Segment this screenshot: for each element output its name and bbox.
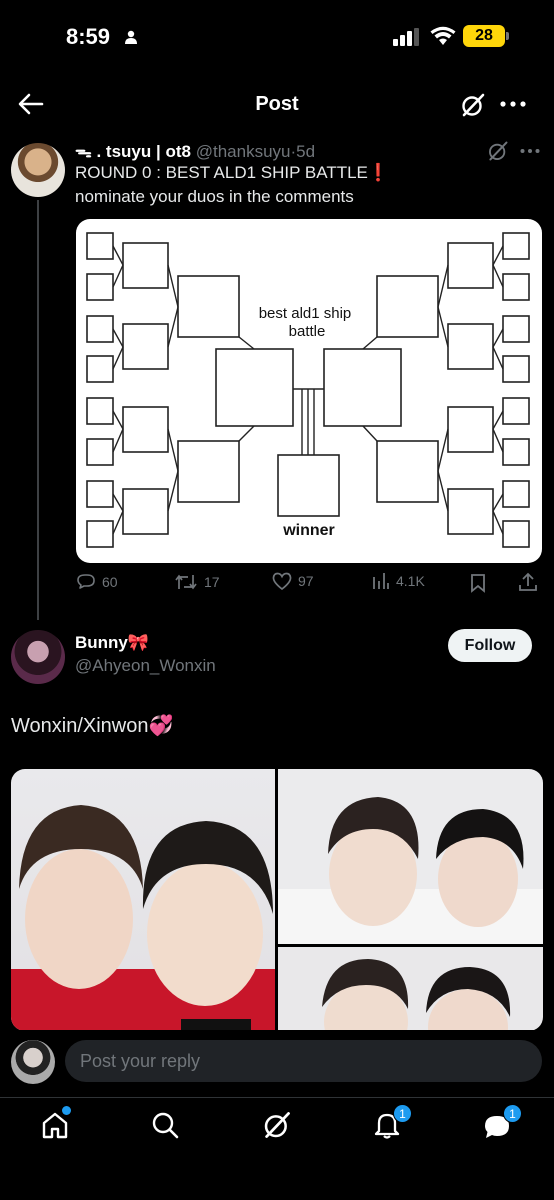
like-count: 97 <box>298 573 314 589</box>
cellular-signal-icon <box>393 28 419 46</box>
repost-icon <box>175 574 197 590</box>
exclamation-mark: ❗ <box>367 163 390 182</box>
messages-badge: 1 <box>503 1104 522 1123</box>
search-icon[interactable] <box>150 1110 180 1140</box>
home-unread-dot <box>62 1106 71 1115</box>
repost-count: 17 <box>204 574 220 590</box>
grok-explain-icon[interactable] <box>487 140 509 162</box>
bracket-diagram: best ald1 ship battle winner <box>86 232 530 548</box>
top-header: Post <box>0 80 554 130</box>
follow-button[interactable]: Follow <box>448 629 532 662</box>
tweet-text-line-1: ROUND 0 : BEST ALD1 SHIP BATTLE❗ <box>75 163 389 183</box>
tweet-text-line-2: nominate your duos in the comments <box>75 187 354 206</box>
reply-photo-2[interactable] <box>278 769 543 944</box>
tweet-time: 5d <box>296 142 316 161</box>
author-handle[interactable]: @thanksuyu <box>196 142 291 161</box>
thread-connector-line <box>37 200 39 620</box>
tweet-more-icon[interactable] <box>520 148 540 154</box>
reply-count: 60 <box>102 574 118 590</box>
battery-indicator: 28 <box>463 25 505 47</box>
current-user-avatar[interactable] <box>11 1040 55 1084</box>
author-avatar[interactable] <box>11 143 65 197</box>
bracket-title-line-1: best ald1 ship <box>259 305 352 322</box>
share-icon[interactable] <box>518 572 538 592</box>
battery-nub <box>506 32 509 40</box>
reply-icon <box>77 574 95 589</box>
notifications-badge: 1 <box>393 1104 412 1123</box>
repost-action[interactable]: 17 <box>174 572 220 592</box>
grok-icon[interactable] <box>460 92 486 118</box>
reply-photo-3[interactable] <box>278 947 543 1031</box>
reply-author-avatar[interactable] <box>11 630 65 684</box>
views-chart-icon <box>373 573 389 589</box>
like-action[interactable]: 97 <box>272 572 314 590</box>
bottom-navigation: 1 1 <box>0 1097 554 1200</box>
person-icon <box>125 30 137 44</box>
reply-input[interactable] <box>65 1040 542 1082</box>
wifi-icon <box>430 26 456 45</box>
bracket-image[interactable]: best ald1 ship battle winner <box>76 219 542 563</box>
tweet-text-main: ROUND 0 : BEST ALD1 SHIP BATTLE <box>75 163 368 182</box>
grok-nav-icon[interactable] <box>262 1110 292 1140</box>
heart-icon <box>272 572 292 590</box>
reply-author-name[interactable]: Bunny🎀 <box>75 633 149 653</box>
reply-photo-1[interactable] <box>11 769 275 1031</box>
tweet-header: ᯓ . tsuyu | ot8 @thanksuyu·5d <box>75 139 315 162</box>
bracket-title-line-2: battle <box>289 323 326 340</box>
views-action[interactable]: 4.1K <box>372 572 425 590</box>
status-bar: 8:59 28 <box>0 0 554 72</box>
view-count: 4.1K <box>396 573 425 589</box>
reply-action[interactable]: 60 <box>76 572 118 592</box>
bracket-winner-label: winner <box>282 522 335 539</box>
more-options-icon[interactable] <box>500 100 526 108</box>
status-time: 8:59 <box>66 24 111 49</box>
reply-photo-grid <box>11 769 543 1031</box>
reply-text: Wonxin/Xinwon💞 <box>11 715 174 737</box>
author-name[interactable]: ᯓ . tsuyu | ot8 <box>75 142 191 161</box>
bookmark-icon[interactable] <box>470 573 486 593</box>
tweet-actions-bar: 60 17 97 4.1K <box>76 572 546 598</box>
reply-author-handle[interactable]: @Ahyeon_Wonxin <box>75 656 216 676</box>
